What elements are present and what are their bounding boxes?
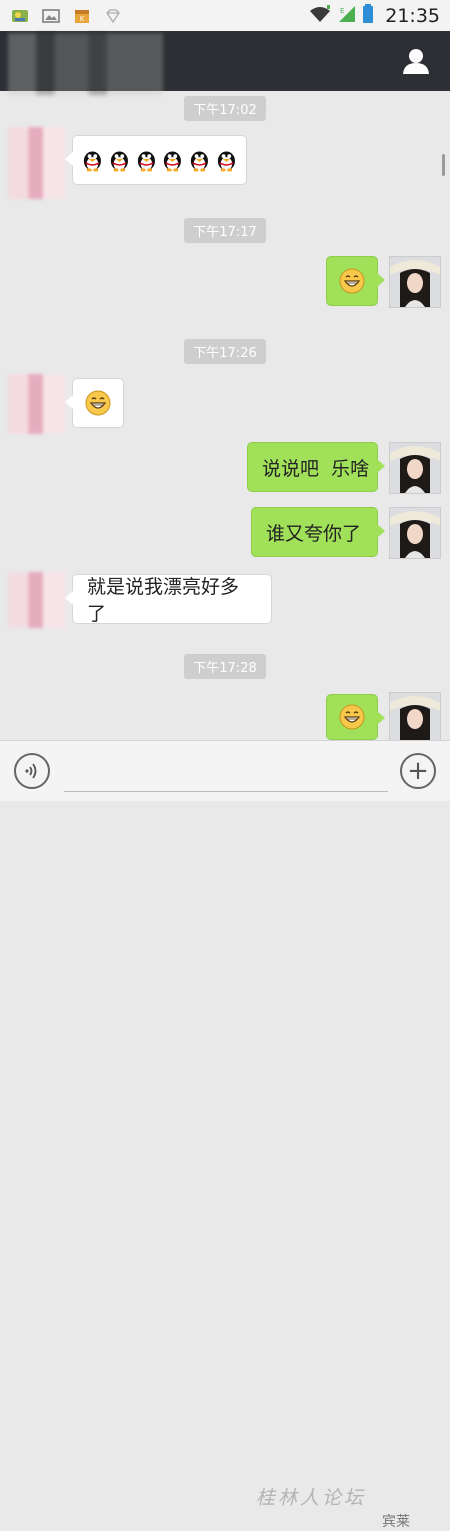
watermark: 桂林人论坛 (256, 1487, 367, 1509)
status-bar: K E 21:35 (0, 0, 450, 31)
message-bubble-emoji[interactable] (65, 378, 124, 428)
svg-text:E: E (340, 7, 344, 15)
grin-emoji-icon (85, 390, 111, 416)
avatar[interactable] (389, 507, 441, 559)
wifi-icon (308, 4, 332, 27)
store-icon: K (72, 7, 92, 25)
plus-icon: + (407, 756, 429, 786)
watermark-sub: 宾莱 (382, 1514, 410, 1530)
avatar[interactable] (8, 374, 66, 434)
contact-info-button[interactable] (400, 45, 432, 77)
svg-text:K: K (80, 15, 85, 23)
scrollbar-thumb[interactable] (442, 154, 445, 176)
timestamp: 下午17:02 (0, 96, 450, 121)
message-text: 谁又夸你了 (266, 522, 362, 545)
timestamp: 下午17:17 (0, 218, 450, 243)
voice-icon (25, 763, 37, 779)
timestamp: 下午17:28 (0, 654, 450, 679)
message-bubble-text[interactable]: 说说吧 乐啥 (247, 442, 385, 492)
penguin-emoji-icon (191, 151, 209, 172)
message-bubble-emoji[interactable] (326, 694, 385, 740)
blurred-contact-name (8, 33, 163, 95)
message-input[interactable] (64, 755, 388, 792)
gallery-app-icon (10, 7, 30, 25)
penguin-emoji-icon (110, 151, 128, 172)
avatar[interactable] (389, 692, 441, 742)
grin-emoji-icon (339, 268, 365, 294)
penguin-emoji-icon (217, 151, 236, 172)
voice-button[interactable] (14, 753, 50, 789)
penguin-emoji-icon (137, 151, 155, 172)
avatar[interactable] (389, 442, 441, 494)
penguin-emoji-icon (83, 151, 101, 172)
avatar[interactable] (8, 572, 66, 628)
status-clock: 21:35 (385, 4, 440, 27)
input-bar: + 桂林人论坛 宾莱 (0, 740, 450, 1530)
chat-header (0, 31, 450, 95)
message-text: 说说吧 乐啥 (262, 457, 370, 480)
signal-icon: E (337, 5, 357, 27)
message-bubble-text[interactable]: 谁又夸你了 (251, 507, 385, 557)
system-icons: E 21:35 (308, 3, 440, 28)
penguin-emoji-icon (164, 151, 182, 172)
more-options-button[interactable]: + (400, 753, 436, 789)
message-bubble-emoji[interactable] (326, 256, 385, 306)
message-text: 就是说我漂亮好多了 (87, 576, 240, 625)
battery-icon (362, 3, 374, 28)
image-icon (41, 7, 61, 25)
person-icon (403, 49, 429, 74)
timestamp: 下午17:26 (0, 339, 450, 364)
notification-icons: K (10, 7, 123, 25)
avatar[interactable] (8, 127, 66, 199)
diamond-icon (103, 7, 123, 25)
chat-messages[interactable]: 下午17:02 下午17:17 下午17:26 说说吧 乐啥 谁又夸你了 就是说… (0, 91, 450, 742)
avatar[interactable] (389, 256, 441, 308)
message-bubble-text[interactable]: 就是说我漂亮好多了 (65, 574, 272, 625)
grin-emoji-icon (339, 704, 365, 730)
message-bubble-emoji[interactable] (65, 135, 247, 185)
